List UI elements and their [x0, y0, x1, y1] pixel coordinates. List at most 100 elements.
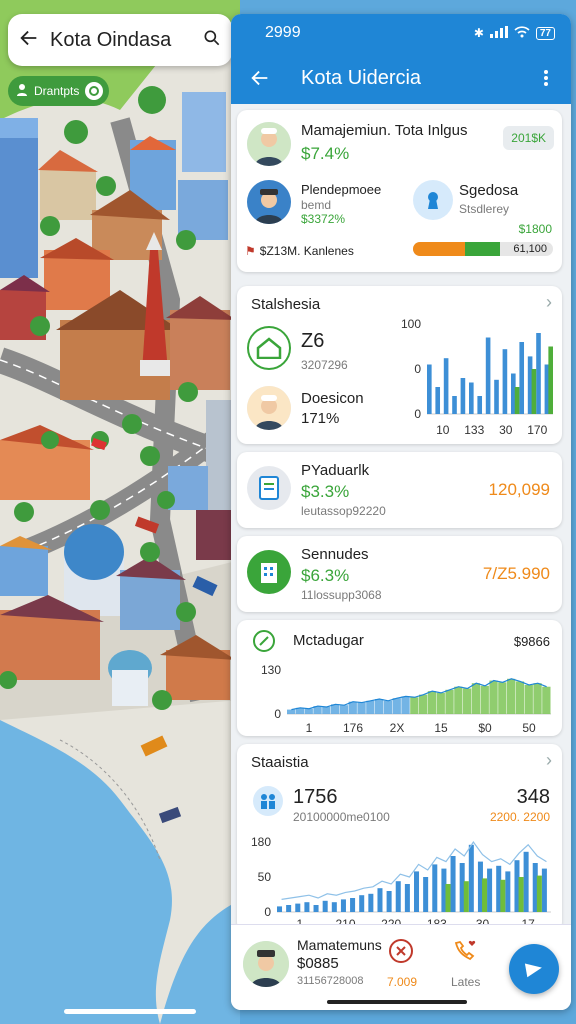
navigate-button[interactable] [509, 944, 559, 994]
progress-bar: 61,100 [413, 242, 553, 256]
back-arrow-icon[interactable] [18, 27, 40, 54]
area-bar [375, 699, 384, 714]
keyhole-icon [413, 180, 453, 220]
area-bar [339, 705, 349, 714]
bar [432, 864, 438, 912]
bar [531, 369, 537, 414]
bar [331, 902, 337, 912]
stats2-left-value: 1756 [293, 786, 338, 808]
area-bar [498, 682, 507, 714]
y-tick-label: 180 [251, 835, 271, 849]
battery-icon: 77 [535, 26, 555, 40]
wifi-icon [514, 25, 530, 41]
area-bar [533, 683, 542, 714]
metric-sub: Stsdlerey [459, 202, 510, 216]
bar [502, 349, 508, 414]
trend-card[interactable]: Mctadugar $9866 130 0 1 176 2X 15 $0 50 [237, 620, 562, 736]
stats2-card[interactable]: Staaistia › 1756 20100000me0100 348 2200… [237, 744, 562, 932]
stats2-right-sub: 2200. 2200 [489, 810, 550, 824]
list-item-sub: leutassop92220 [301, 504, 386, 518]
bar [277, 906, 283, 912]
area-bar [427, 691, 437, 714]
bar [487, 868, 493, 912]
chevron-right-icon[interactable]: › [546, 750, 552, 771]
area-bar [410, 697, 419, 714]
area-bar [392, 698, 401, 714]
trend-title: Mctadugar [293, 632, 364, 649]
bar [536, 875, 542, 912]
progress-label: 61,100 [513, 243, 547, 255]
phone-heart-icon[interactable] [453, 939, 479, 968]
map-filter-chip[interactable]: Drantpts [8, 76, 110, 106]
bar [404, 884, 410, 912]
list-item-title: Sennudes [301, 546, 369, 563]
stats-item1-sub: 3207296 [301, 358, 348, 372]
trend-icon [253, 630, 275, 652]
list-item-value: $6.3% [301, 566, 350, 585]
bar [340, 899, 346, 912]
user-avatar[interactable] [243, 941, 289, 987]
person-avatar [247, 180, 291, 224]
bar [423, 877, 429, 912]
page-title: Kota Uidercia [301, 66, 422, 89]
area-bar [515, 681, 525, 714]
bar [443, 358, 449, 414]
area-bar [480, 685, 489, 714]
metric-value: $1800 [518, 222, 552, 236]
person-value: $3372% [301, 212, 346, 226]
search-icon[interactable] [202, 28, 222, 53]
nav-item2-label[interactable]: 7.009 [387, 975, 417, 989]
y-tick-label: 130 [261, 663, 281, 677]
area-bar [454, 686, 463, 714]
overview-card[interactable]: Mamajemiun. Tota Inlgus $7.4% 201$K Plen… [237, 110, 562, 272]
back-button[interactable] [247, 65, 273, 91]
stats-item1-value: Z6 [301, 330, 325, 352]
navigation-icon [524, 963, 542, 978]
map-illustration [0, 0, 240, 1024]
bar [386, 891, 392, 912]
document-icon [247, 466, 291, 510]
bar [414, 871, 420, 912]
x-tick-label: 176 [343, 721, 363, 734]
bar [523, 851, 529, 912]
chevron-right-icon[interactable]: › [546, 292, 552, 313]
bar [536, 333, 541, 414]
area-bar [419, 694, 428, 714]
stats-item2-title: Doesicon [301, 390, 364, 407]
bar [377, 888, 383, 912]
person-icon [16, 83, 28, 100]
bar [427, 364, 432, 414]
status-bar: 2999 ✱ 77 [231, 14, 571, 52]
stats2-bar-chart: 18050012102201833017 [251, 835, 551, 930]
city-map[interactable]: Kota Oindasa Drantpts [0, 0, 240, 1024]
x-tick-label: $0 [478, 721, 492, 734]
x-tick-label: 15 [434, 721, 448, 734]
bar [477, 396, 483, 414]
list-item-amount: 7/Z5.990 [482, 564, 550, 583]
area-bar [383, 700, 393, 714]
avatar [247, 122, 291, 166]
people-icon [253, 786, 283, 816]
bar [518, 877, 524, 912]
bar [469, 382, 474, 414]
list-item[interactable]: PYaduarlk $3.3% leutassop92220 120,099 [237, 452, 562, 528]
stats2-title: Staaistia [251, 754, 309, 771]
nav-item3-label[interactable]: Lates [451, 975, 480, 989]
bar [350, 898, 356, 912]
more-options-icon[interactable] [533, 65, 559, 91]
map-search-bar[interactable]: Kota Oindasa [8, 14, 232, 66]
trend-area-chart: 130 0 1 176 2X 15 $0 50 [261, 663, 551, 734]
bar [435, 387, 441, 414]
bottom-bar: Mamatemuns $0885 31156728008 7.009 Lates [231, 924, 571, 1010]
bar [485, 337, 491, 414]
bar [494, 379, 499, 414]
stats-card[interactable]: Stalshesia › Z6 3207296 Doesicon 171% 10… [237, 286, 562, 444]
bar [368, 893, 374, 912]
dashboard-panel: 2999 ✱ 77 Kota Uidercia Mamajemiun. Tota… [231, 14, 571, 1010]
list-item[interactable]: Sennudes $6.3% 11lossupp3068 7/Z5.990 [237, 536, 562, 612]
area-bar [471, 683, 481, 714]
house-icon [247, 326, 291, 370]
app-bar: 2999 ✱ 77 Kota Uidercia [231, 14, 571, 104]
close-icon[interactable] [389, 939, 413, 963]
x-tick-label: 170 [527, 423, 547, 436]
